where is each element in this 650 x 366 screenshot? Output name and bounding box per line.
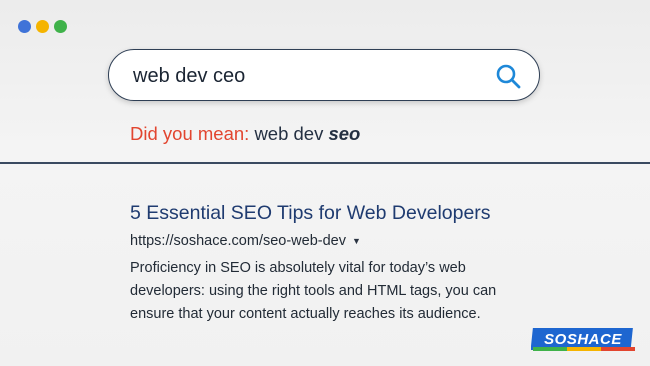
suggestion-link[interactable]: web dev seo [254,123,360,144]
result-url: https://soshace.com/seo-web-dev [130,233,346,249]
window-dot-green[interactable] [54,20,67,33]
soshace-logo: SOSHACE [530,327,637,353]
search-input[interactable] [133,62,463,90]
suggestion-emphasis: seo [328,123,361,144]
result-title-link[interactable]: 5 Essential SEO Tips for Web Developers [130,202,491,225]
divider [0,162,650,164]
window-dot-blue[interactable] [18,20,31,33]
suggestion-plain: web dev [254,123,324,144]
window-controls [18,20,67,33]
svg-text:SOSHACE: SOSHACE [544,331,622,348]
window-dot-yellow[interactable] [36,20,49,33]
search-icon [496,64,521,89]
result-url-row: https://soshace.com/seo-web-dev ▼ [130,233,361,249]
search-bar[interactable] [108,49,540,101]
search-button[interactable] [493,61,523,91]
did-you-mean: Did you mean: web dev seo [130,123,360,145]
caret-down-icon[interactable]: ▼ [352,236,361,246]
did-you-mean-label: Did you mean: [130,123,250,144]
result-snippet: Proficiency in SEO is absolutely vital f… [130,260,497,322]
